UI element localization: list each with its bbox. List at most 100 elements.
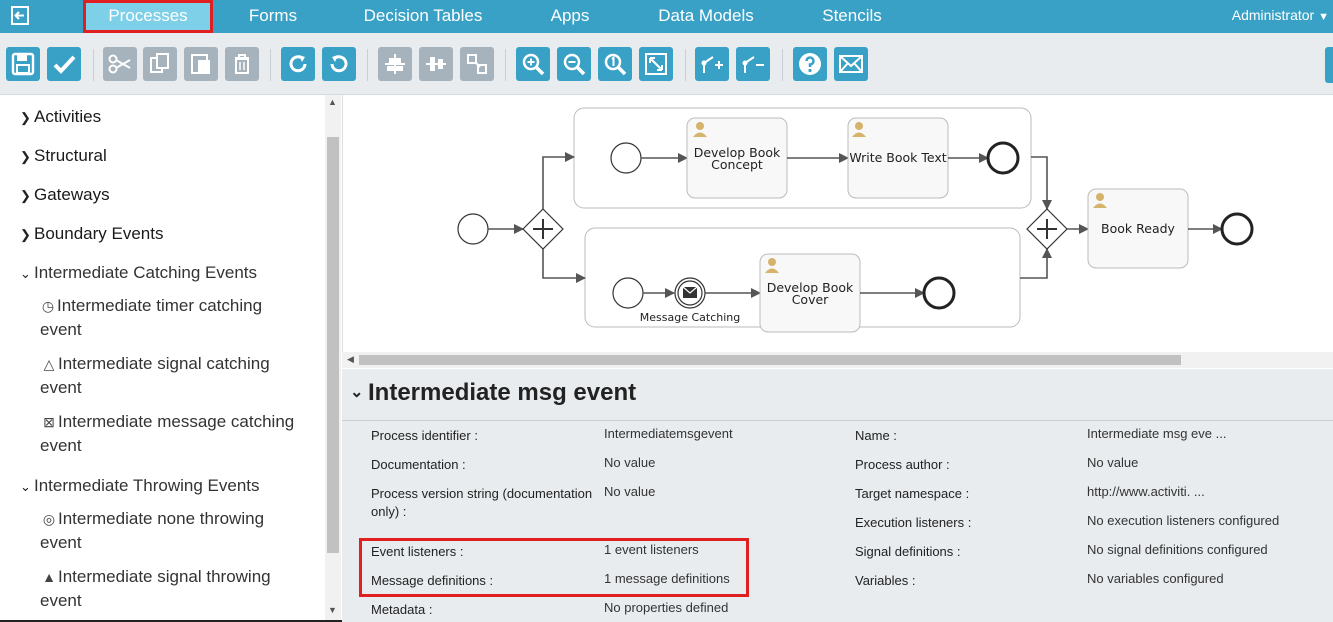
toolbar-separator [367, 49, 368, 81]
palette-item-none-throwing[interactable]: ◎ Intermediate none throwing event [40, 507, 310, 555]
palette-group-activities[interactable]: ❯ Activities [20, 107, 101, 127]
palette-scrollbar-thumb[interactable] [327, 137, 339, 553]
palette-item-line: event [40, 533, 82, 552]
editor-toolbar [0, 33, 1333, 95]
delete-button[interactable] [225, 47, 259, 81]
end-event[interactable] [986, 141, 1020, 175]
toolbar-right-tab[interactable] [1325, 47, 1333, 83]
palette-item-signal-throwing[interactable]: ▲ Intermediate signal throwing event [40, 565, 310, 613]
palette-item-signal-catching[interactable]: △ Intermediate signal catching event [40, 352, 310, 400]
trash-icon [235, 54, 249, 74]
end-event[interactable] [1220, 212, 1254, 246]
user-task-write-book-text[interactable]: Write Book Text [847, 117, 949, 199]
bend-point-add-icon [701, 56, 723, 73]
save-button[interactable] [6, 47, 40, 81]
scroll-down-arrow-icon[interactable]: ▼ [328, 605, 337, 615]
palette-item-timer-catching[interactable]: ◷ Intermediate timer catching event [40, 294, 310, 342]
palette-item-line: ◷ Intermediate timer catching [39, 294, 310, 318]
back-icon[interactable] [8, 4, 34, 28]
mail-icon [839, 55, 863, 73]
process-canvas[interactable]: Develop Book Concept Write Book Text Mes… [342, 95, 1333, 367]
bend-point-remove-icon [742, 56, 764, 73]
chevron-right-icon: ❯ [20, 110, 31, 125]
palette-item-line: event [40, 320, 82, 339]
palette-item-label: Intermediate message catching [58, 412, 295, 431]
prop-label-name: Name : [855, 428, 897, 443]
undo-button[interactable] [322, 47, 356, 81]
zoom-actual-button[interactable] [598, 47, 632, 81]
chevron-right-icon: ❯ [20, 188, 31, 203]
sequence-flow[interactable] [542, 152, 575, 209]
palette-item-message-catching[interactable]: ⊠ Intermediate message catching event [40, 410, 310, 458]
start-event[interactable] [457, 213, 489, 245]
prop-value-name[interactable]: Intermediate msg eve ... [1087, 425, 1226, 443]
sequence-flow[interactable] [542, 249, 586, 283]
zoom-out-button[interactable] [557, 47, 591, 81]
prop-value-variables[interactable]: No variables configured [1087, 570, 1224, 588]
paste-button[interactable] [184, 47, 218, 81]
zoom-fit-button[interactable] [639, 47, 673, 81]
add-bendpoint-button[interactable] [695, 47, 729, 81]
align-vertical-button[interactable] [419, 47, 453, 81]
sequence-flow[interactable] [1020, 248, 1052, 279]
remove-bendpoint-button[interactable] [736, 47, 770, 81]
prop-value-version-string[interactable]: No value [604, 483, 655, 501]
prop-value-process-author[interactable]: No value [1087, 454, 1138, 472]
event-label: Message Catching [640, 311, 740, 324]
copy-icon [150, 53, 169, 73]
palette-group-gateways[interactable]: ❯ Gateways [20, 185, 110, 205]
end-event[interactable] [922, 276, 956, 310]
user-task-develop-concept[interactable]: Develop Book Concept [686, 117, 788, 199]
validate-button[interactable] [47, 47, 81, 81]
task-label: Cover [792, 292, 829, 307]
help-icon [799, 53, 821, 75]
palette-group-throwing-events[interactable]: ⌄ Intermediate Throwing Events [20, 476, 260, 496]
prop-value-documentation[interactable]: No value [604, 454, 655, 472]
feedback-button[interactable] [834, 47, 868, 81]
cut-icon [108, 54, 131, 74]
task-label: Write Book Text [849, 150, 946, 165]
scroll-left-arrow-icon[interactable]: ◀ [347, 354, 354, 365]
start-event[interactable] [612, 277, 644, 309]
nav-apps[interactable]: Apps [530, 0, 610, 33]
sequence-flow[interactable] [1031, 156, 1052, 210]
prop-value-execution-listeners[interactable]: No execution listeners configured [1087, 512, 1279, 530]
zoom-in-button[interactable] [516, 47, 550, 81]
scroll-up-arrow-icon[interactable]: ▲ [328, 97, 337, 107]
prop-value-metadata[interactable]: No properties defined [604, 599, 728, 617]
copy-button[interactable] [143, 47, 177, 81]
toolbar-separator [685, 49, 686, 81]
palette-group-structural[interactable]: ❯ Structural [20, 146, 107, 166]
nav-forms[interactable]: Forms [222, 0, 324, 33]
same-size-button[interactable] [460, 47, 494, 81]
prop-label-version-string-cont: only) : [371, 504, 407, 519]
start-event[interactable] [610, 142, 642, 174]
palette-group-catching-events[interactable]: ⌄ Intermediate Catching Events [20, 263, 257, 283]
signal-triangle-icon: △ [43, 356, 55, 372]
user-menu[interactable]: Administrator ▼ [1232, 7, 1329, 23]
help-button[interactable] [793, 47, 827, 81]
prop-value-signal-definitions[interactable]: No signal definitions configured [1087, 541, 1268, 559]
shape-palette: ❯ Activities ❯ Structural ❯ Gateways ❯ Bound… [0, 95, 341, 622]
user-task-book-ready[interactable]: Book Ready [1087, 188, 1189, 269]
nav-data-models[interactable]: Data Models [645, 0, 767, 33]
palette-group-label: Intermediate Throwing Events [34, 476, 260, 495]
prop-value-process-identifier[interactable]: Intermediatemsgevent [604, 425, 733, 443]
message-catching-event[interactable] [674, 277, 706, 309]
parallel-gateway-split[interactable] [522, 208, 564, 250]
parallel-gateway-join[interactable] [1026, 208, 1068, 250]
canvas-scrollbar-thumb[interactable] [359, 355, 1181, 365]
user-task-develop-cover[interactable]: Develop Book Cover [759, 253, 861, 333]
chevron-down-icon: ▼ [1318, 11, 1329, 23]
properties-title[interactable]: ⌄ Intermediate msg event [350, 379, 636, 407]
align-horizontal-button[interactable] [378, 47, 412, 81]
cut-button[interactable] [103, 47, 137, 81]
nav-stencils[interactable]: Stencils [808, 0, 896, 33]
prop-value-target-namespace[interactable]: http://www.activiti. ... [1087, 483, 1205, 501]
redo-button[interactable] [281, 47, 315, 81]
palette-group-boundary-events[interactable]: ❯ Boundary Events [20, 224, 163, 244]
palette-item-label: Intermediate signal throwing [58, 567, 271, 586]
nav-decision-tables[interactable]: Decision Tables [352, 0, 494, 33]
chevron-down-icon: ⌄ [20, 266, 31, 281]
palette-group-label: Structural [34, 146, 107, 165]
